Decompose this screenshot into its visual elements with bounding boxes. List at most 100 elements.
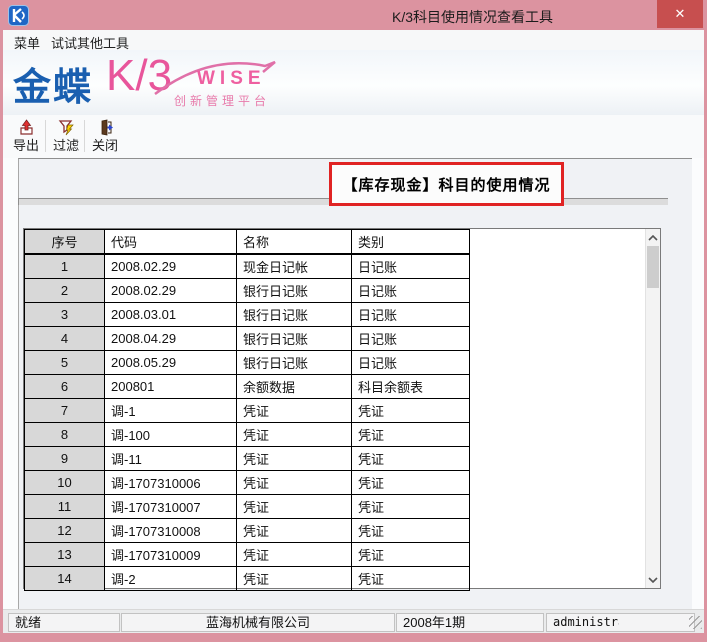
table-cell: 2008.04.29 bbox=[105, 327, 237, 351]
scroll-down-icon[interactable] bbox=[646, 572, 660, 587]
table-cell: 调-1 bbox=[105, 399, 237, 423]
logo-strip: 金蝶 K/3 WISE 创新管理平台 bbox=[3, 50, 704, 115]
table-row[interactable]: 12调-1707310008凭证凭证 bbox=[25, 519, 470, 543]
table-cell: 科目余额表 bbox=[352, 375, 470, 399]
minimize-button[interactable] bbox=[598, 0, 628, 28]
table-row[interactable]: 6200801余额数据科目余额表 bbox=[25, 375, 470, 399]
table-cell: 现金日记帐 bbox=[237, 254, 352, 279]
resize-grip[interactable] bbox=[689, 616, 702, 629]
table-cell: 日记账 bbox=[352, 279, 470, 303]
table-row[interactable]: 22008.02.29银行日记账日记账 bbox=[25, 279, 470, 303]
menubar: 菜单 试试其他工具 bbox=[3, 30, 704, 51]
row-number-cell: 4 bbox=[25, 327, 105, 351]
filter-icon bbox=[49, 117, 83, 138]
maximize-button[interactable] bbox=[628, 0, 656, 28]
table-cell: 2008.03.01 bbox=[105, 303, 237, 327]
statusbar: 就绪 蓝海机械有限公司 2008年1期 administrator bbox=[3, 609, 704, 633]
table-cell: 凭证 bbox=[352, 567, 470, 591]
table-cell: 日记账 bbox=[352, 351, 470, 375]
filter-button[interactable]: 过滤 bbox=[49, 117, 83, 156]
table-cell: 凭证 bbox=[352, 399, 470, 423]
table-cell: 凭证 bbox=[352, 495, 470, 519]
exit-door-icon bbox=[88, 117, 122, 138]
table-header-row: 序号 代码 名称 类别 bbox=[25, 230, 470, 255]
app-window: { "window": { "title": "K/3科目使用情况查看工具", … bbox=[0, 0, 707, 642]
table-cell: 凭证 bbox=[352, 423, 470, 447]
filter-label: 过滤 bbox=[49, 138, 83, 154]
row-number-cell: 13 bbox=[25, 543, 105, 567]
table-row[interactable]: 14调-2凭证凭证 bbox=[25, 567, 470, 591]
row-number-cell: 2 bbox=[25, 279, 105, 303]
table-cell: 凭证 bbox=[237, 471, 352, 495]
status-user: administrator bbox=[546, 613, 695, 632]
status-period: 2008年1期 bbox=[396, 613, 544, 632]
table-cell: 日记账 bbox=[352, 303, 470, 327]
close-button[interactable]: ✕ bbox=[657, 0, 703, 28]
table-cell: 调-1707310009 bbox=[105, 543, 237, 567]
row-number-cell: 7 bbox=[25, 399, 105, 423]
vertical-scrollbar[interactable] bbox=[645, 229, 660, 588]
wise-text: WISE bbox=[197, 68, 266, 90]
usage-table: 序号 代码 名称 类别 12008.02.29现金日记帐日记账22008.02.… bbox=[24, 229, 470, 591]
row-number-cell: 12 bbox=[25, 519, 105, 543]
close-tool-button[interactable]: 关闭 bbox=[88, 117, 122, 156]
table-row[interactable]: 11调-1707310007凭证凭证 bbox=[25, 495, 470, 519]
table-cell: 日记账 bbox=[352, 327, 470, 351]
scroll-up-icon[interactable] bbox=[646, 230, 660, 245]
table-row[interactable]: 32008.03.01银行日记账日记账 bbox=[25, 303, 470, 327]
row-number-cell: 8 bbox=[25, 423, 105, 447]
table-cell: 日记账 bbox=[352, 254, 470, 279]
export-label: 导出 bbox=[9, 138, 43, 154]
table-cell: 调-100 bbox=[105, 423, 237, 447]
table-cell: 余额数据 bbox=[237, 375, 352, 399]
kingdee-app-icon[interactable] bbox=[8, 5, 29, 26]
table-cell: 凭证 bbox=[352, 447, 470, 471]
table-row[interactable]: 10调-1707310006凭证凭证 bbox=[25, 471, 470, 495]
table-cell: 调-11 bbox=[105, 447, 237, 471]
export-button[interactable]: 导出 bbox=[9, 117, 43, 156]
table-row[interactable]: 42008.04.29银行日记账日记账 bbox=[25, 327, 470, 351]
scrollbar-thumb[interactable] bbox=[647, 246, 659, 288]
toolbar-separator bbox=[84, 120, 85, 152]
table-cell: 银行日记账 bbox=[237, 303, 352, 327]
window-title: K/3科目使用情况查看工具 bbox=[392, 7, 553, 27]
table-row[interactable]: 9调-11凭证凭证 bbox=[25, 447, 470, 471]
table-cell: 调-2 bbox=[105, 567, 237, 591]
column-header-category: 类别 bbox=[352, 230, 470, 255]
column-header-code: 代码 bbox=[105, 230, 237, 255]
table-cell: 凭证 bbox=[352, 471, 470, 495]
status-company: 蓝海机械有限公司 bbox=[121, 613, 395, 632]
row-number-cell: 11 bbox=[25, 495, 105, 519]
titlebar[interactable]: K/3科目使用情况查看工具 ✕ bbox=[0, 0, 707, 30]
close-icon: ✕ bbox=[675, 6, 686, 22]
table-cell: 200801 bbox=[105, 375, 237, 399]
table-row[interactable]: 12008.02.29现金日记帐日记账 bbox=[25, 254, 470, 279]
logo-slogan: 创新管理平台 bbox=[174, 92, 270, 109]
table-cell: 调-1707310008 bbox=[105, 519, 237, 543]
export-icon bbox=[9, 117, 43, 138]
row-number-cell: 14 bbox=[25, 567, 105, 591]
table-cell: 凭证 bbox=[237, 399, 352, 423]
table-cell: 调-1707310007 bbox=[105, 495, 237, 519]
toolbar-separator bbox=[45, 120, 46, 152]
table-cell: 凭证 bbox=[237, 567, 352, 591]
table-cell: 银行日记账 bbox=[237, 279, 352, 303]
table-row[interactable]: 52008.05.29银行日记账日记账 bbox=[25, 351, 470, 375]
row-number-cell: 5 bbox=[25, 351, 105, 375]
row-number-cell: 10 bbox=[25, 471, 105, 495]
table-cell: 凭证 bbox=[352, 519, 470, 543]
table-row[interactable]: 7调-1凭证凭证 bbox=[25, 399, 470, 423]
column-header-name: 名称 bbox=[237, 230, 352, 255]
table-cell: 银行日记账 bbox=[237, 351, 352, 375]
table-row[interactable]: 13调-1707310009凭证凭证 bbox=[25, 543, 470, 567]
usage-grid: 序号 代码 名称 类别 12008.02.29现金日记帐日记账22008.02.… bbox=[23, 228, 661, 589]
table-row[interactable]: 8调-100凭证凭证 bbox=[25, 423, 470, 447]
table-cell: 凭证 bbox=[237, 423, 352, 447]
close-tool-label: 关闭 bbox=[88, 138, 122, 154]
table-cell: 凭证 bbox=[237, 519, 352, 543]
status-ready: 就绪 bbox=[8, 613, 120, 632]
row-number-cell: 9 bbox=[25, 447, 105, 471]
column-header-no: 序号 bbox=[25, 230, 105, 255]
table-cell: 2008.02.29 bbox=[105, 254, 237, 279]
account-usage-banner: 【库存现金】科目的使用情况 bbox=[329, 162, 564, 206]
